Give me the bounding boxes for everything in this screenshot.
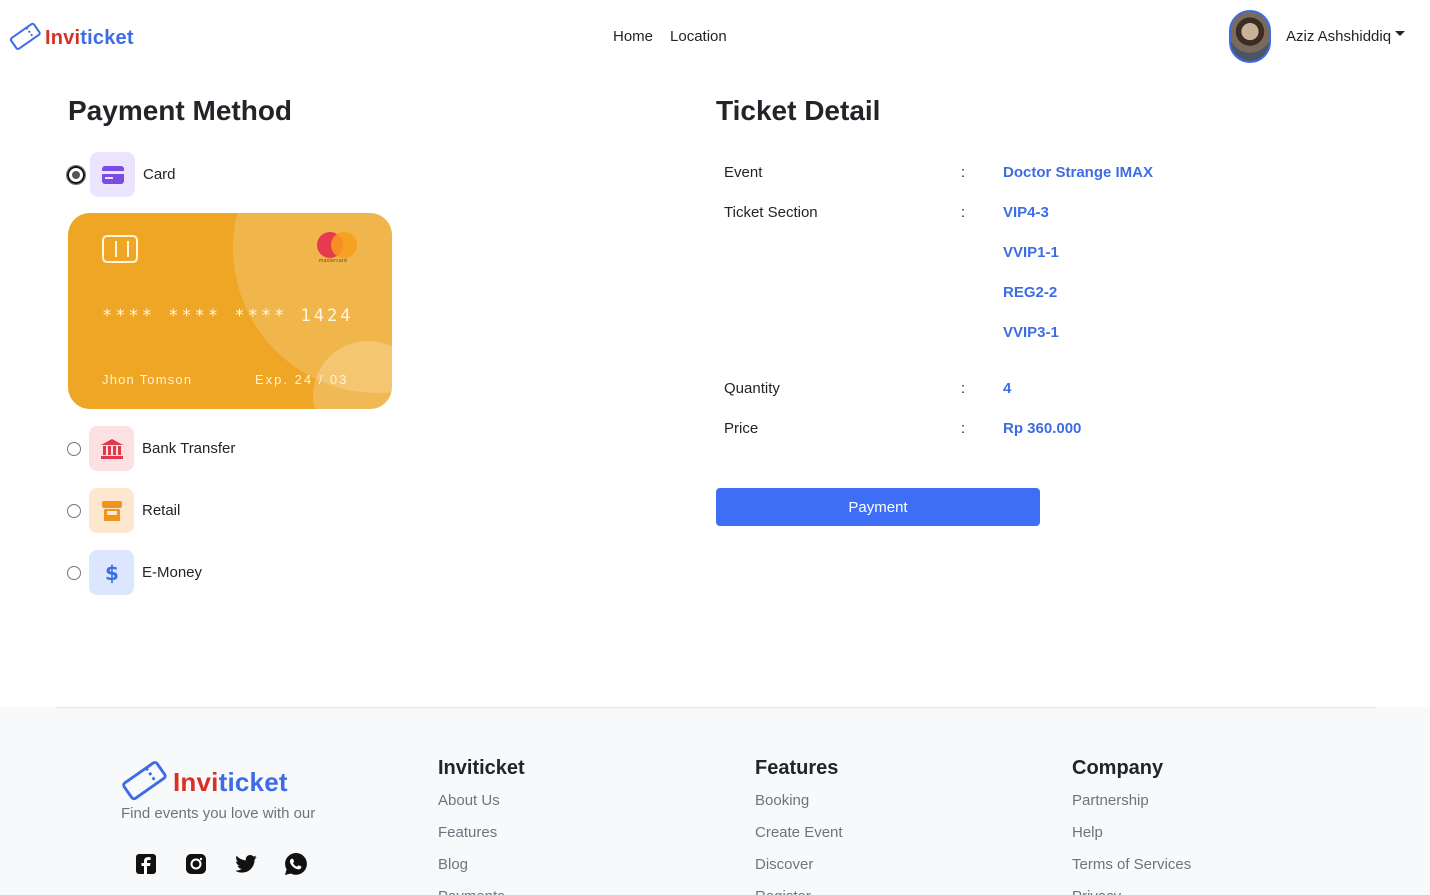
- footer-link-terms[interactable]: Terms of Services: [1072, 854, 1191, 886]
- ticket-detail-title: Ticket Detail: [716, 95, 881, 126]
- ticket-section-label: Ticket Section: [724, 204, 818, 221]
- footer: Inviticket Find events you love with our…: [0, 707, 1430, 895]
- event-label: Event: [724, 164, 763, 181]
- footer-link-discover[interactable]: Discover: [755, 854, 843, 886]
- footer-link-partnership[interactable]: Partnership: [1072, 790, 1191, 822]
- footer-link-register[interactable]: Register: [755, 886, 843, 895]
- ticket-section-value: REG2-2: [1003, 284, 1058, 301]
- whatsapp-icon[interactable]: [285, 853, 307, 875]
- footer-divider: [56, 707, 1376, 708]
- chip-icon: [102, 235, 138, 263]
- footer-link-blog[interactable]: Blog: [438, 854, 525, 886]
- footer-brand-part1: Invi: [173, 767, 219, 797]
- payment-option-retail[interactable]: Retail: [67, 488, 180, 533]
- footer-link-privacy[interactable]: Privacy: [1072, 886, 1191, 895]
- card-number: **** **** **** 1424: [102, 306, 354, 326]
- ticket-logo-icon: [121, 757, 167, 808]
- retail-radio[interactable]: [67, 503, 81, 518]
- footer-brand-logo[interactable]: Inviticket: [121, 757, 288, 808]
- navbar: Inviticket Home Location Aziz Ashshiddiq: [0, 0, 1430, 75]
- ticket-section-value: VIP4-3: [1003, 204, 1049, 221]
- nav-links: Home Location: [613, 28, 727, 45]
- price-value: Rp 360.000: [1003, 420, 1082, 437]
- brand-name-part1: Invi: [45, 27, 81, 49]
- bank-icon: [89, 426, 134, 471]
- svg-text:$: $: [105, 562, 119, 584]
- footer-link-features[interactable]: Features: [438, 822, 525, 854]
- payment-option-bank-transfer[interactable]: Bank Transfer: [67, 426, 235, 471]
- footer-brand-name: Inviticket: [173, 767, 288, 798]
- payment-button[interactable]: Payment: [716, 488, 1040, 526]
- facebook-icon[interactable]: [135, 853, 157, 875]
- dollar-icon: $: [89, 550, 134, 595]
- user-name: Aziz Ashshiddiq: [1286, 28, 1392, 45]
- payment-method-title: Payment Method: [68, 95, 293, 126]
- card-expiry: Exp. 24 / 03: [255, 372, 349, 387]
- colon: :: [961, 420, 966, 437]
- card-radio[interactable]: [66, 164, 86, 185]
- quantity-label: Quantity: [724, 380, 780, 397]
- caret-down-icon: [1395, 31, 1406, 36]
- payment-option-card[interactable]: Card: [66, 152, 176, 197]
- card-label: Card: [143, 166, 176, 183]
- card-network: mastercard: [319, 258, 348, 264]
- footer-col-title: Company: [1072, 757, 1164, 779]
- quantity-value: 4: [1003, 380, 1012, 397]
- footer-col-company: Company Partnership Help Terms of Servic…: [1072, 757, 1191, 895]
- footer-link-payments[interactable]: Payments: [438, 886, 525, 895]
- brand-logo[interactable]: Inviticket: [9, 20, 134, 57]
- nav-home-link[interactable]: Home: [613, 28, 653, 45]
- retail-label: Retail: [142, 502, 181, 519]
- card-holder: Jhon Tomson: [102, 372, 193, 387]
- footer-col-title: Features: [755, 757, 839, 779]
- nav-location-link[interactable]: Location: [670, 28, 727, 45]
- footer-link-booking[interactable]: Booking: [755, 790, 843, 822]
- brand-name-part2: ticket: [80, 27, 134, 49]
- bank-transfer-radio[interactable]: [67, 441, 81, 456]
- footer-link-create-event[interactable]: Create Event: [755, 822, 843, 854]
- avatar: [1229, 10, 1271, 63]
- footer-col-title: Inviticket: [438, 757, 525, 779]
- footer-tagline: Find events you love with our: [121, 805, 316, 822]
- e-money-radio[interactable]: [67, 565, 81, 580]
- payment-option-e-money[interactable]: $ E-Money: [67, 550, 202, 595]
- colon: :: [961, 164, 966, 181]
- twitter-icon[interactable]: [235, 853, 257, 875]
- footer-link-help[interactable]: Help: [1072, 822, 1191, 854]
- price-label: Price: [724, 420, 759, 437]
- ticket-logo-icon: [9, 20, 41, 57]
- colon: :: [961, 204, 966, 221]
- credit-card-preview: mastercard **** **** **** 1424 Jhon Toms…: [68, 213, 392, 409]
- e-money-label: E-Money: [142, 564, 203, 581]
- user-menu[interactable]: Aziz Ashshiddiq: [1229, 10, 1406, 63]
- footer-col-features: Features Booking Create Event Discover R…: [755, 757, 843, 895]
- instagram-icon[interactable]: [185, 853, 207, 875]
- mastercard-logo-icon: mastercard: [317, 232, 359, 268]
- ticket-section-value: VVIP3-1: [1003, 324, 1059, 341]
- bank-transfer-label: Bank Transfer: [142, 440, 236, 457]
- footer-brand-part2: ticket: [218, 767, 288, 797]
- credit-card-icon: [90, 152, 135, 197]
- store-icon: [89, 488, 134, 533]
- brand-name: Inviticket: [45, 27, 134, 50]
- event-value: Doctor Strange IMAX: [1003, 164, 1154, 181]
- ticket-section-value: VVIP1-1: [1003, 244, 1059, 261]
- colon: :: [961, 380, 966, 397]
- footer-link-about-us[interactable]: About Us: [438, 790, 525, 822]
- footer-col-inviticket: Inviticket About Us Features Blog Paymen…: [438, 757, 525, 895]
